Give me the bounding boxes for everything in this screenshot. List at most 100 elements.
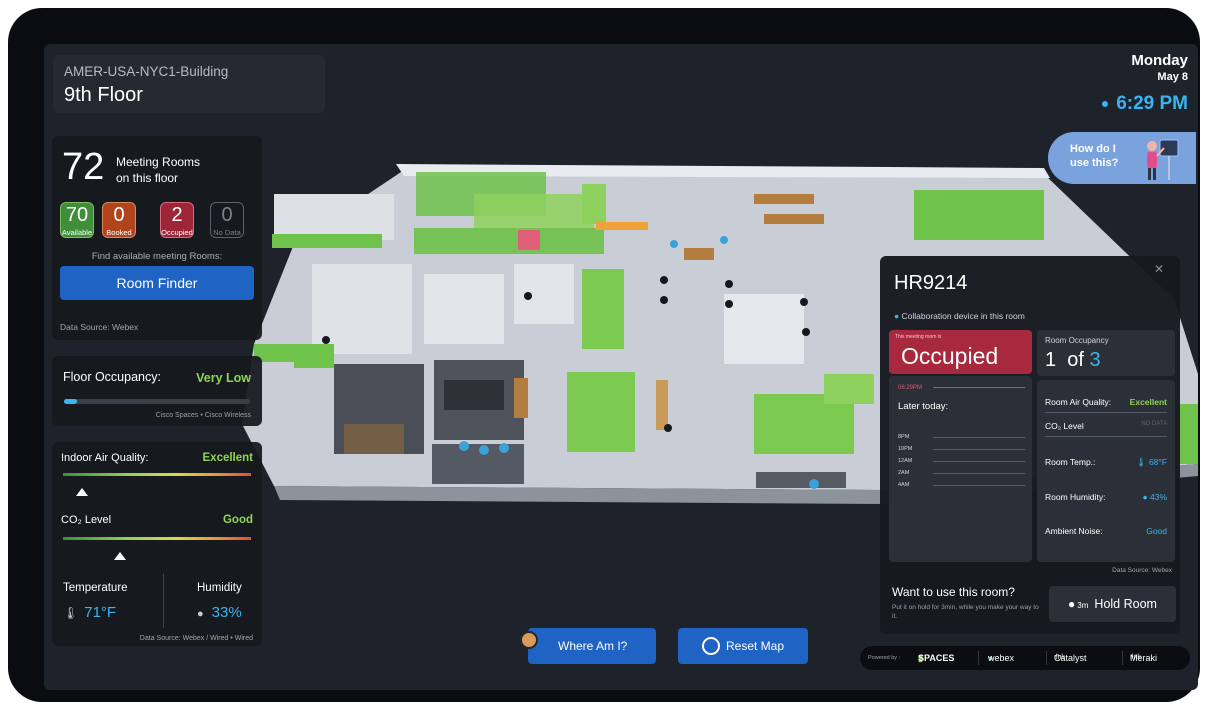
schedule-hour: 8PM: [898, 434, 910, 440]
collab-text: Collaboration device in this room: [901, 311, 1025, 321]
divider: [163, 574, 164, 628]
furniture: [754, 194, 814, 204]
occupancy-bar-fill: [64, 399, 78, 404]
room-occupancy: Room Occupancy 1 of 3: [1037, 330, 1175, 376]
room-block: [724, 294, 804, 364]
room-humidity-label: Room Humidity:: [1045, 492, 1106, 502]
furniture: [764, 214, 824, 224]
hold-room-button[interactable]: ● 3m Hold Room: [1049, 586, 1176, 622]
close-icon[interactable]: ✕: [1154, 262, 1164, 276]
webex-label: webex: [988, 653, 1015, 663]
dark-room: [432, 444, 524, 484]
webex-device-icon: ●: [894, 311, 900, 321]
furniture: [344, 424, 404, 454]
map-pin: [802, 328, 810, 336]
booked-filter[interactable]: 0 Booked: [102, 202, 136, 238]
air-quality-card: Indoor Air Quality: Excellent CO₂ Level …: [52, 442, 262, 646]
occupied-room: [518, 230, 540, 250]
want-room-title: Want to use this room?: [892, 585, 1015, 599]
meeting-room: [582, 269, 624, 349]
room-co2-value: NO DATA: [1141, 421, 1167, 427]
temperature-readout: 🌡︎ 71°F: [63, 604, 116, 621]
map-pin: [725, 300, 733, 308]
map-pin: [524, 292, 532, 300]
chair: [459, 441, 469, 451]
iaq-row: Indoor Air Quality: Excellent: [61, 452, 253, 464]
powered-by-label: Powered by :: [868, 655, 901, 661]
no-data-filter[interactable]: 0 No Data: [210, 202, 244, 238]
meeting-room: [294, 344, 334, 368]
room-humidity-readout: ● 43%: [1142, 492, 1167, 502]
help-label: How do I use this?: [1070, 143, 1119, 169]
droplet-icon: ●: [197, 608, 204, 620]
co2-row: CO₂ Level Good: [61, 514, 253, 526]
chair: [499, 443, 509, 453]
room-noise-label: Ambient Noise:: [1045, 526, 1103, 536]
rooms-data-source: Data Source: Webex: [60, 322, 139, 332]
dark-room: [756, 472, 846, 488]
occupied-filter[interactable]: 2 Occupied: [160, 202, 194, 238]
occupied-count: 2: [171, 204, 183, 226]
room-count-label-line1: Meeting Rooms: [116, 155, 201, 169]
reset-map-button[interactable]: Reset Map: [678, 628, 808, 664]
help-button[interactable]: How do I use this?: [1048, 132, 1196, 184]
schedule-hour: 4AM: [898, 482, 910, 488]
date-label: May 8: [1157, 71, 1188, 83]
schedule-line: [933, 437, 1025, 438]
room-air-quality-label: Room Air Quality:: [1045, 397, 1112, 407]
co2-scale-line: [1045, 436, 1167, 437]
furniture: [656, 380, 668, 430]
room-occupancy-label: Room Occupancy: [1045, 336, 1109, 345]
reset-map-label: Reset Map: [726, 639, 785, 653]
schedule-now-line: [933, 387, 1025, 388]
available-count: 70: [65, 204, 89, 226]
schedule-hour: 12AM: [898, 458, 913, 464]
schedule-now-time: 06:29PM: [898, 385, 923, 391]
room-block: [424, 274, 504, 344]
room-detail-panel: ✕ HR9214 ● Collaboration device in this …: [880, 256, 1180, 634]
schedule-hour: 10PM: [898, 446, 913, 452]
room-temp-label: Room Temp.:: [1045, 457, 1096, 467]
occupancy-value: Very Low: [196, 371, 251, 385]
where-am-i-label: Where Am I?: [558, 639, 628, 653]
meeting-room: [474, 194, 594, 230]
room-capacity: 3: [1089, 349, 1101, 371]
day-label: Monday: [1131, 52, 1188, 69]
chair: [809, 479, 819, 489]
room-status-caption: This meeting room is: [895, 334, 942, 340]
room-temp-value: 68°F: [1148, 457, 1167, 467]
furniture: [684, 248, 714, 260]
co2-label: CO₂ Level: [61, 514, 112, 526]
air-data-source: Data Source: Webex / Wired • Wired: [139, 635, 253, 642]
room-status-value: Occupied: [901, 343, 999, 369]
co2-value: Good: [222, 514, 253, 526]
droplet-icon: ●: [1142, 492, 1148, 502]
no-data-label: No Data: [213, 228, 241, 237]
room-humidity-row: Room Humidity: ● 43%: [1045, 492, 1167, 502]
thermometer-icon: 🌡︎: [63, 606, 79, 620]
room-count-label: Meeting Rooms on this floor: [116, 154, 200, 186]
spaces-label: SPACES: [918, 653, 955, 663]
no-data-count: 0: [221, 204, 233, 226]
map-pin: [664, 424, 672, 432]
location-header: AMER-USA-NYC1-Building 9th Floor: [53, 55, 325, 113]
where-am-i-button[interactable]: Where Am I?: [528, 628, 656, 664]
room-count-label-line2: on this floor: [116, 171, 179, 185]
powered-by-bar: Powered by : ▮ SPACES ● webex ılıılı Cat…: [860, 646, 1190, 670]
available-filter[interactable]: 70 Available: [60, 202, 94, 238]
divider: [1046, 651, 1047, 665]
schedule-line: [933, 485, 1025, 486]
room-environment: Room Air Quality: Excellent CO₂ Level NO D…: [1037, 380, 1175, 562]
meeting-room: [582, 184, 606, 224]
map-pin: [660, 276, 668, 284]
presenter-icon: [1147, 139, 1179, 180]
chair: [720, 236, 728, 244]
occupancy-bar: [64, 399, 250, 404]
schedule-hour: 2AM: [898, 470, 910, 476]
room-finder-button[interactable]: Room Finder: [60, 266, 254, 300]
map-pin: [800, 298, 808, 306]
iaq-label: Indoor Air Quality:: [61, 452, 149, 464]
room-block: [514, 264, 574, 324]
room-air-quality-value: Excellent: [1129, 397, 1167, 407]
room-co2-label: CO₂ Level: [1045, 421, 1084, 431]
